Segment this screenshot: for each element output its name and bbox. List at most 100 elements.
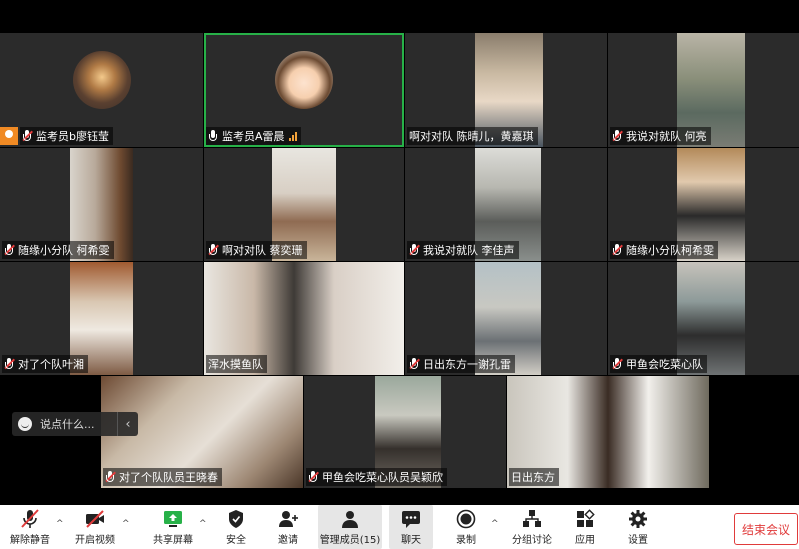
participant-name: 我说对就队 何亮 bbox=[626, 130, 707, 143]
chat-placeholder: 说点什么... bbox=[40, 418, 95, 431]
participant-tile[interactable]: 随缘小分队柯希雯 bbox=[608, 148, 799, 261]
participant-name-label: 随缘小分队柯希雯 bbox=[610, 241, 718, 259]
chat-label: 聊天 bbox=[401, 534, 421, 546]
mic-muted-icon bbox=[4, 244, 15, 256]
participant-name-label: 日出东方 bbox=[509, 468, 559, 486]
participant-name-label: 啊对对队 陈晴儿，黄嘉琪 bbox=[407, 127, 538, 145]
unmute-button[interactable]: 解除静音 bbox=[6, 505, 54, 549]
participant-avatar bbox=[275, 51, 333, 109]
chat-button[interactable]: 聊天 bbox=[389, 505, 433, 549]
chat-icon bbox=[400, 509, 422, 529]
mic-icon bbox=[208, 130, 218, 142]
chat-quick-input[interactable]: 说点什么... ‹ bbox=[12, 412, 138, 436]
participant-name: 对了个队叶湘 bbox=[18, 358, 84, 371]
top-bar bbox=[0, 0, 799, 33]
participant-name-label: 日出东方一谢孔雷 bbox=[407, 355, 515, 373]
shield-icon bbox=[225, 509, 247, 529]
chevron-up-icon[interactable]: ^ bbox=[122, 519, 130, 529]
participant-tile[interactable]: 浑水摸鱼队 bbox=[204, 262, 404, 375]
signal-icon bbox=[288, 131, 297, 141]
apps-button[interactable]: 应用 bbox=[565, 505, 605, 549]
smile-icon[interactable] bbox=[18, 417, 32, 431]
participant-tile[interactable]: 对了个队叶湘 bbox=[0, 262, 203, 375]
end-meeting-button[interactable]: 结束会议 bbox=[734, 513, 798, 545]
mic-muted-icon bbox=[105, 471, 116, 483]
manage-members-button[interactable]: 管理成员(15) bbox=[318, 505, 382, 549]
mic-muted-icon bbox=[409, 358, 420, 370]
record-button[interactable]: 录制 bbox=[446, 505, 486, 549]
participant-tile[interactable]: 日出东方 bbox=[507, 376, 709, 488]
mic-muted-icon bbox=[612, 130, 623, 142]
participant-name: 随缘小分队柯希雯 bbox=[626, 244, 714, 257]
mic-muted-icon bbox=[208, 244, 219, 256]
breakout-label: 分组讨论 bbox=[512, 534, 552, 546]
share-screen-label: 共享屏幕 bbox=[153, 534, 193, 546]
manage-members-label: 管理成员(15) bbox=[319, 534, 381, 546]
mic-muted-icon bbox=[22, 130, 33, 142]
participant-name-label: 甲鱼会吃菜心队员吴颖欣 bbox=[306, 468, 447, 486]
participant-name: 甲鱼会吃菜心队员吴颖欣 bbox=[322, 471, 443, 484]
participant-tile[interactable]: 啊对对队 陈晴儿，黄嘉琪 bbox=[405, 33, 607, 147]
participant-name-label: 我说对就队 李佳声 bbox=[407, 241, 519, 259]
participant-tile[interactable]: 啊对对队 蔡奕珊 bbox=[204, 148, 404, 261]
gear-icon bbox=[627, 509, 649, 529]
start-video-button[interactable]: 开启视频 bbox=[70, 505, 120, 549]
mic-muted-icon bbox=[612, 244, 623, 256]
mic-muted-icon bbox=[409, 244, 420, 256]
participant-tile[interactable]: 甲鱼会吃菜心队 bbox=[608, 262, 799, 375]
participant-name-label: 我说对就队 何亮 bbox=[610, 127, 711, 145]
participant-name-label: 对了个队队员王晓春 bbox=[103, 468, 222, 486]
chevron-left-icon[interactable]: ‹ bbox=[117, 412, 138, 436]
participant-name-label: 随缘小分队 柯希雯 bbox=[2, 241, 114, 259]
participant-name: 日出东方 bbox=[511, 471, 555, 484]
breakout-button[interactable]: 分组讨论 bbox=[507, 505, 557, 549]
mic-muted-icon bbox=[19, 508, 41, 529]
participant-name: 我说对就队 李佳声 bbox=[423, 244, 515, 257]
participant-name: 浑水摸鱼队 bbox=[208, 358, 263, 371]
participant-name: 日出东方一谢孔雷 bbox=[423, 358, 511, 371]
participant-tile[interactable]: 我说对就队 李佳声 bbox=[405, 148, 607, 261]
mic-muted-icon bbox=[612, 358, 623, 370]
participant-name-label: 监考员b廖钰莹 bbox=[20, 127, 113, 145]
chevron-up-icon[interactable]: ^ bbox=[491, 519, 499, 529]
settings-label: 设置 bbox=[628, 534, 648, 546]
participant-tile[interactable]: 监考员b廖钰莹 bbox=[0, 33, 203, 147]
host-icon bbox=[0, 127, 18, 145]
meeting-toolbar: 解除静音 ^ 开启视频 ^ 共享屏幕 ^ 安全 邀请 管理成员(15) 聊天 录… bbox=[0, 505, 799, 549]
apps-icon bbox=[574, 508, 596, 529]
add-user-icon bbox=[277, 509, 299, 529]
participant-avatar bbox=[72, 51, 131, 109]
settings-button[interactable]: 设置 bbox=[618, 505, 658, 549]
apps-label: 应用 bbox=[575, 534, 595, 546]
participant-name: 啊对对队 陈晴儿，黄嘉琪 bbox=[409, 130, 534, 143]
participant-name: 啊对对队 蔡奕珊 bbox=[222, 244, 303, 257]
participant-name: 随缘小分队 柯希雯 bbox=[18, 244, 110, 257]
security-label: 安全 bbox=[226, 534, 246, 546]
participant-name-label: 浑水摸鱼队 bbox=[206, 355, 267, 373]
security-button[interactable]: 安全 bbox=[216, 505, 256, 549]
invite-button[interactable]: 邀请 bbox=[268, 505, 308, 549]
participant-name-label: 啊对对队 蔡奕珊 bbox=[206, 241, 307, 259]
chevron-up-icon[interactable]: ^ bbox=[199, 519, 207, 529]
participant-tile[interactable]: 甲鱼会吃菜心队员吴颖欣 bbox=[304, 376, 506, 488]
participant-name: 监考员b廖钰莹 bbox=[36, 130, 109, 143]
breakout-icon bbox=[521, 509, 543, 529]
record-label: 录制 bbox=[456, 534, 476, 546]
members-icon bbox=[339, 509, 361, 529]
participant-tile[interactable]: 我说对就队 何亮 bbox=[608, 33, 799, 147]
record-icon bbox=[455, 509, 477, 529]
unmute-label: 解除静音 bbox=[10, 534, 50, 546]
invite-label: 邀请 bbox=[278, 534, 298, 546]
participant-tile[interactable]: 随缘小分队 柯希雯 bbox=[0, 148, 203, 261]
participant-name-label: 对了个队叶湘 bbox=[2, 355, 88, 373]
video-off-icon bbox=[84, 509, 106, 529]
participant-tile[interactable]: 日出东方一谢孔雷 bbox=[405, 262, 607, 375]
participant-name: 甲鱼会吃菜心队 bbox=[626, 358, 703, 371]
mic-muted-icon bbox=[4, 358, 15, 370]
participant-name-label: 甲鱼会吃菜心队 bbox=[610, 355, 707, 373]
share-screen-button[interactable]: 共享屏幕 bbox=[148, 505, 198, 549]
participant-name: 监考员A雷晨 bbox=[222, 130, 285, 143]
start-video-label: 开启视频 bbox=[75, 534, 115, 546]
participant-tile-active-speaker[interactable]: 监考员A雷晨 bbox=[204, 33, 404, 147]
chevron-up-icon[interactable]: ^ bbox=[56, 519, 64, 529]
